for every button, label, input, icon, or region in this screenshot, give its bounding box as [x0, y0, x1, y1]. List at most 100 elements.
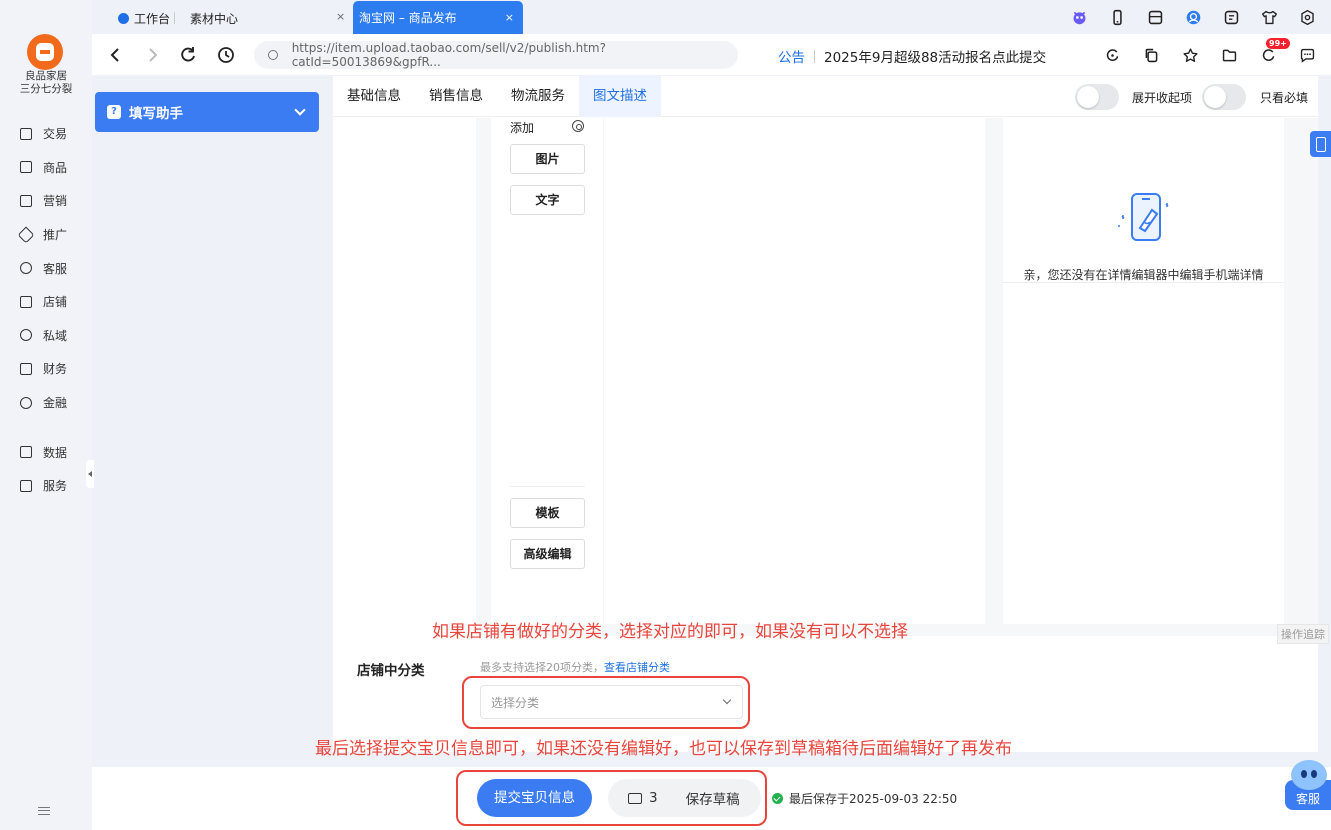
sidebar-item-label: 商品	[43, 160, 68, 175]
folder-icon[interactable]	[1217, 43, 1241, 67]
hamburger-menu-icon[interactable]	[38, 807, 50, 815]
history-icon[interactable]	[216, 45, 236, 65]
sidebar-item-goods[interactable]: 商品	[0, 151, 92, 185]
store-category-hint: 最多支持选择20项分类，查看店铺分类	[480, 659, 670, 675]
editor-canvas[interactable]	[604, 118, 985, 624]
star-icon[interactable]	[1178, 43, 1202, 67]
tab-label: 工作台	[134, 11, 171, 26]
save-status: 最后保存于2025-09-03 22:50	[772, 790, 957, 807]
reload-icon[interactable]	[178, 45, 198, 65]
left-sidebar: 良品家居 三分七分裂 交易 商品 营销 推广 客服 店铺 私域 财务 金融 数据…	[0, 0, 92, 830]
sidebar-nav: 交易 商品 营销 推广 客服 店铺 私域 财务 金融 数据 服务	[0, 117, 92, 503]
finance-icon	[20, 396, 32, 409]
template-button[interactable]: 模板	[510, 498, 585, 528]
url-input[interactable]: https://item.upload.taobao.com/sell/v2/p…	[254, 41, 738, 69]
store-category-label: 店铺中分类	[357, 663, 425, 679]
search-icon	[268, 50, 278, 60]
shop-name-line2: 三分七分裂	[19, 83, 73, 95]
receipt-icon	[20, 127, 32, 140]
mascot-icon[interactable]	[1067, 5, 1091, 29]
advanced-edit-button[interactable]: 高级编辑	[510, 539, 585, 569]
users-icon	[20, 329, 32, 342]
settings-icon[interactable]	[1295, 5, 1319, 29]
annotation-category-note: 如果店铺有做好的分类，选择对应的即可，如果没有可以不选择	[432, 622, 908, 642]
speed-icon[interactable]	[1100, 43, 1124, 67]
headset-icon	[20, 262, 32, 275]
tab-material-center[interactable]: 素材中心	[190, 2, 238, 34]
fill-helper-button[interactable]: ? 填写助手	[95, 92, 319, 132]
tab-description[interactable]: 图文描述	[579, 76, 661, 117]
sidebar-item-label: 营销	[43, 194, 68, 209]
tab-label: 素材中心	[190, 11, 239, 26]
customer-service-avatar-icon[interactable]	[1291, 760, 1327, 790]
calendar-icon	[20, 479, 32, 492]
main-panel: 基础信息 销售信息 物流服务 图文描述 展开收起项 只看必填 添加 图片 文字 …	[315, 76, 1318, 759]
tab-sales-info[interactable]: 销售信息	[415, 76, 497, 117]
notification-icon[interactable]: 99+	[1256, 38, 1290, 67]
required-only-label: 只看必填	[1260, 91, 1309, 105]
assistant-icon[interactable]	[1181, 5, 1205, 29]
send-icon	[17, 226, 35, 244]
tab-divider	[174, 12, 175, 24]
url-text: https://item.upload.taobao.com/sell/v2/p…	[291, 41, 606, 69]
forward-icon[interactable]	[142, 45, 162, 65]
sidebar-item-label: 交易	[43, 127, 68, 142]
back-icon[interactable]	[106, 45, 126, 65]
sidebar-item-label: 财务	[43, 362, 68, 377]
required-only-toggle[interactable]	[1202, 84, 1246, 110]
address-toolbar: 99+	[1100, 38, 1319, 67]
top-right-toolbar	[1067, 5, 1319, 29]
sidebar-item-services[interactable]: 服务	[0, 469, 92, 503]
store-icon	[20, 295, 32, 308]
sidebar-item-promotion[interactable]: 推广	[0, 218, 92, 252]
announcement-text: 2025年9月超级88活动报名点此提交	[824, 50, 1047, 66]
view-store-category-link[interactable]: 查看店铺分类	[604, 661, 670, 674]
tab-basic-info[interactable]: 基础信息	[333, 76, 415, 117]
sidebar-item-fintech[interactable]: 金融	[0, 386, 92, 420]
announcement[interactable]: 公告 2025年9月超级88活动报名点此提交	[778, 46, 1046, 66]
operation-trace-button[interactable]: 操作追踪	[1277, 624, 1329, 644]
toolbox-divider	[510, 486, 585, 487]
tablet-icon[interactable]	[1143, 5, 1167, 29]
check-circle-icon	[772, 793, 783, 804]
mobile-preview-float-icon[interactable]	[1310, 131, 1331, 157]
add-image-button[interactable]: 图片	[510, 144, 585, 174]
bag-icon	[20, 161, 32, 174]
expand-collapse-label: 展开收起项	[1132, 91, 1193, 105]
expand-collapse-toggle[interactable]	[1075, 84, 1119, 110]
gear-icon[interactable]	[572, 120, 584, 132]
highlight-box-category	[462, 676, 750, 729]
last-saved-text: 最后保存于2025-09-03 22:50	[789, 792, 958, 806]
shop-name[interactable]: 良品家居 三分七分裂	[0, 70, 92, 96]
help-icon: ?	[107, 105, 121, 119]
sidebar-item-finance[interactable]: 财务	[0, 352, 92, 386]
sidebar-item-label: 私域	[43, 328, 68, 343]
sidebar-item-trade[interactable]: 交易	[0, 117, 92, 151]
cloud-icon	[118, 12, 129, 24]
copy-icon[interactable]	[1139, 43, 1163, 67]
tab-close-icon[interactable]: ×	[505, 11, 514, 24]
notes-icon[interactable]	[1219, 5, 1243, 29]
sidebar-item-label: 金融	[43, 396, 68, 411]
tab-workbench[interactable]: 工作台	[118, 2, 170, 34]
mobile-icon[interactable]	[1105, 5, 1129, 29]
tab-logistics[interactable]: 物流服务	[497, 76, 579, 117]
tab-close-icon[interactable]: ×	[336, 10, 345, 23]
shirt-icon[interactable]	[1257, 5, 1281, 29]
sidebar-item-store[interactable]: 店铺	[0, 285, 92, 319]
sidebar-item-data[interactable]: 数据	[0, 435, 92, 469]
sidebar-item-private[interactable]: 私域	[0, 319, 92, 353]
ticket-icon	[20, 194, 32, 207]
tab-product-publish[interactable]: 淘宝网 – 商品发布 ×	[353, 1, 523, 34]
sidebar-item-service[interactable]: 客服	[0, 251, 92, 285]
highlight-box-submit	[456, 770, 767, 826]
sidebar-item-label: 店铺	[43, 295, 68, 310]
helper-title: 填写助手	[129, 106, 183, 122]
sidebar-item-marketing[interactable]: 营销	[0, 184, 92, 218]
collapse-sidebar-handle[interactable]	[86, 460, 94, 488]
chat-icon[interactable]	[1295, 43, 1319, 67]
shop-logo-icon[interactable]	[27, 34, 63, 70]
annotation-submit-note: 最后选择提交宝贝信息即可，如果还没有编辑好，也可以保存到草稿箱待后面编辑好了再发…	[315, 739, 1012, 759]
add-text-button[interactable]: 文字	[510, 185, 585, 215]
